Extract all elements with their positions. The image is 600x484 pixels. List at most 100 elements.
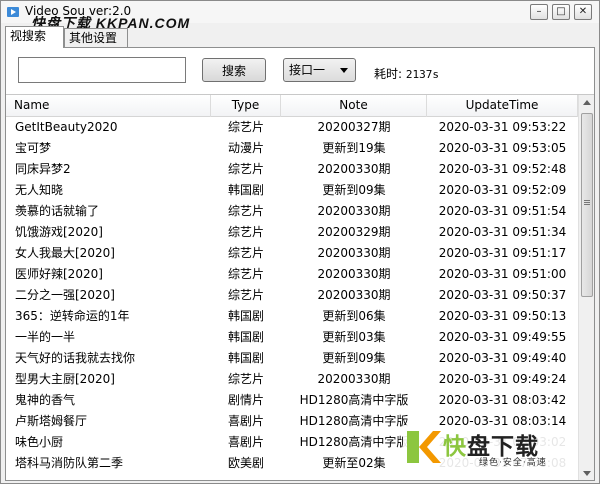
column-header-note[interactable]: Note (281, 95, 427, 117)
cell-updatetime: 2020-03-31 09:50:37 (438, 288, 567, 302)
logo-slogan: 绿色·安全·高速 (479, 458, 547, 468)
table-row[interactable]: 一半的一半 韩国剧 更新到03集 2020-03-31 09:49:55 (6, 327, 578, 348)
cell-type: 综艺片 (227, 162, 264, 176)
table-row[interactable]: 型男大主厨[2020] 综艺片 20200330期 2020-03-31 09:49:… (6, 369, 578, 390)
app-window: Video Sou ver:2.0 – □ ✕ 快盘下载 KKPAN.COM 视… (0, 0, 600, 484)
cell-name: 鬼神的香气 (15, 393, 76, 407)
cell-updatetime: 2020-03-31 09:51:17 (438, 246, 567, 260)
table-row[interactable]: 二分之一强[2020] 综艺片 20200330期 2020-03-31 09:50:… (6, 285, 578, 306)
close-button[interactable]: ✕ (574, 4, 592, 20)
cell-type: 喜剧片 (227, 435, 264, 449)
cell-type: 欧美剧 (227, 456, 264, 470)
cell-updatetime: 2020-03-31 08:03:42 (438, 393, 567, 407)
cell-name: 宝可梦 (15, 141, 52, 155)
app-icon (7, 7, 19, 17)
table-row[interactable]: 女人我最大[2020] 综艺片 20200330期 2020-03-31 09:51:… (6, 243, 578, 264)
cell-note: 20200329期 (317, 225, 391, 239)
logo-icon (407, 431, 441, 463)
scroll-down-icon[interactable] (579, 465, 594, 480)
tab-label: 其他设置 (69, 31, 118, 45)
table-row[interactable]: 天气好的话我就去找你 韩国剧 更新到09集 2020-03-31 09:49:40 (6, 348, 578, 369)
elapsed-time: 耗时: 2137s (374, 65, 439, 82)
cell-note: 更新到09集 (322, 351, 386, 365)
vertical-scrollbar[interactable] (578, 95, 594, 480)
cell-updatetime: 2020-03-31 09:49:55 (438, 330, 567, 344)
table-row[interactable]: 鬼神的香气 剧情片 HD1280高清中字版 2020-03-31 08:03:42 (6, 390, 578, 411)
table-row[interactable]: 羡慕的话就输了 综艺片 20200330期 2020-03-31 09:51:54 (6, 201, 578, 222)
cell-name: 饥饿游戏[2020] (15, 225, 103, 239)
cell-type: 韩国剧 (227, 330, 264, 344)
column-header-name[interactable]: Name (6, 95, 211, 117)
search-input[interactable] (18, 57, 186, 83)
cell-name: 同床异梦2 (15, 162, 71, 176)
cell-note: 20200330期 (317, 267, 391, 281)
cell-name: 无人知晓 (15, 183, 64, 197)
elapsed-value: 2137s (405, 68, 439, 81)
cell-note: 20200330期 (317, 246, 391, 260)
cell-name: 塔科马消防队第二季 (15, 456, 124, 470)
cell-type: 综艺片 (227, 288, 264, 302)
minimize-button[interactable]: – (530, 4, 548, 20)
cell-name: 味色小厨 (15, 435, 64, 449)
cell-type: 喜剧片 (227, 414, 264, 428)
table-row[interactable]: 无人知晓 韩国剧 更新到09集 2020-03-31 09:52:09 (6, 180, 578, 201)
cell-name: 天气好的话我就去找你 (15, 351, 136, 365)
cell-type: 综艺片 (227, 225, 264, 239)
cell-name: 一半的一半 (15, 330, 76, 344)
cell-name: 卢斯塔姆餐厅 (15, 414, 88, 428)
watermark-logo: 快盘下载 绿色·安全·高速 (403, 425, 575, 471)
cell-name: 型男大主厨[2020] (15, 372, 115, 386)
cell-note: 20200330期 (317, 372, 391, 386)
table-row[interactable]: 饥饿游戏[2020] 综艺片 20200329期 2020-03-31 09:51:3… (6, 222, 578, 243)
cell-updatetime: 2020-03-31 09:50:13 (438, 309, 567, 323)
cell-updatetime: 2020-03-31 09:51:00 (438, 267, 567, 281)
table-header: Name Type Note UpdateTime (6, 95, 578, 117)
table-row[interactable]: 同床异梦2 综艺片 20200330期 2020-03-31 09:52:48 (6, 159, 578, 180)
cell-type: 动漫片 (227, 141, 264, 155)
cell-note: 20200330期 (317, 162, 391, 176)
search-button[interactable]: 搜索 (202, 58, 266, 82)
cell-note: 更新到19集 (322, 141, 386, 155)
table-body: GetItBeauty2020 综艺片 20200327期 2020-03-31 09… (6, 117, 578, 474)
cell-note: 更新到03集 (322, 330, 386, 344)
cell-updatetime: 2020-03-31 09:52:09 (438, 183, 567, 197)
cell-type: 剧情片 (227, 393, 264, 407)
grip-icon (584, 200, 590, 201)
cell-note: 20200330期 (317, 288, 391, 302)
table-row[interactable]: 365：逆转命运的1年 韩国剧 更新到06集 2020-03-31 09:50:13 (6, 306, 578, 327)
cell-note: 更新到09集 (322, 183, 386, 197)
tab-settings[interactable]: 其他设置 (64, 28, 128, 48)
cell-type: 综艺片 (227, 246, 264, 260)
source-select-value: 接口一 (289, 63, 326, 77)
scrollbar-thumb[interactable] (581, 113, 593, 297)
cell-name: 365：逆转命运的1年 (15, 309, 130, 323)
cell-name: 二分之一强[2020] (15, 288, 115, 302)
cell-name: GetItBeauty2020 (15, 120, 118, 134)
cell-note: 20200327期 (317, 120, 391, 134)
cell-updatetime: 2020-03-31 09:53:05 (438, 141, 567, 155)
cell-note: 20200330期 (317, 204, 391, 218)
table-row[interactable]: GetItBeauty2020 综艺片 20200327期 2020-03-31 09… (6, 117, 578, 138)
table-row[interactable]: 医师好辣[2020] 综艺片 20200330期 2020-03-31 09:51:0… (6, 264, 578, 285)
table-row[interactable]: 宝可梦 动漫片 更新到19集 2020-03-31 09:53:05 (6, 138, 578, 159)
cell-type: 韩国剧 (227, 309, 264, 323)
results-table: Name Type Note UpdateTime GetItBeauty202… (6, 94, 594, 480)
column-header-type[interactable]: Type (211, 95, 281, 117)
cell-updatetime: 2020-03-31 09:53:22 (438, 120, 567, 134)
cell-type: 韩国剧 (227, 351, 264, 365)
maximize-icon: □ (556, 6, 566, 17)
cell-updatetime: 2020-03-31 09:52:48 (438, 162, 567, 176)
cell-note: 更新到06集 (322, 309, 386, 323)
cell-updatetime: 2020-03-31 09:51:34 (438, 225, 567, 239)
column-header-updatetime[interactable]: UpdateTime (427, 95, 578, 117)
cell-updatetime: 2020-03-31 09:51:54 (438, 204, 567, 218)
cell-note: HD1280高清中字版 (299, 393, 409, 407)
tab-label: 视搜索 (10, 29, 47, 43)
cell-name: 女人我最大[2020] (15, 246, 115, 260)
tab-search[interactable]: 视搜索 (5, 26, 64, 48)
source-select[interactable]: 接口一 (283, 58, 356, 82)
elapsed-label: 耗时: (374, 67, 403, 81)
cell-type: 韩国剧 (227, 183, 264, 197)
maximize-button[interactable]: □ (552, 4, 570, 20)
scroll-up-icon[interactable] (579, 95, 594, 111)
